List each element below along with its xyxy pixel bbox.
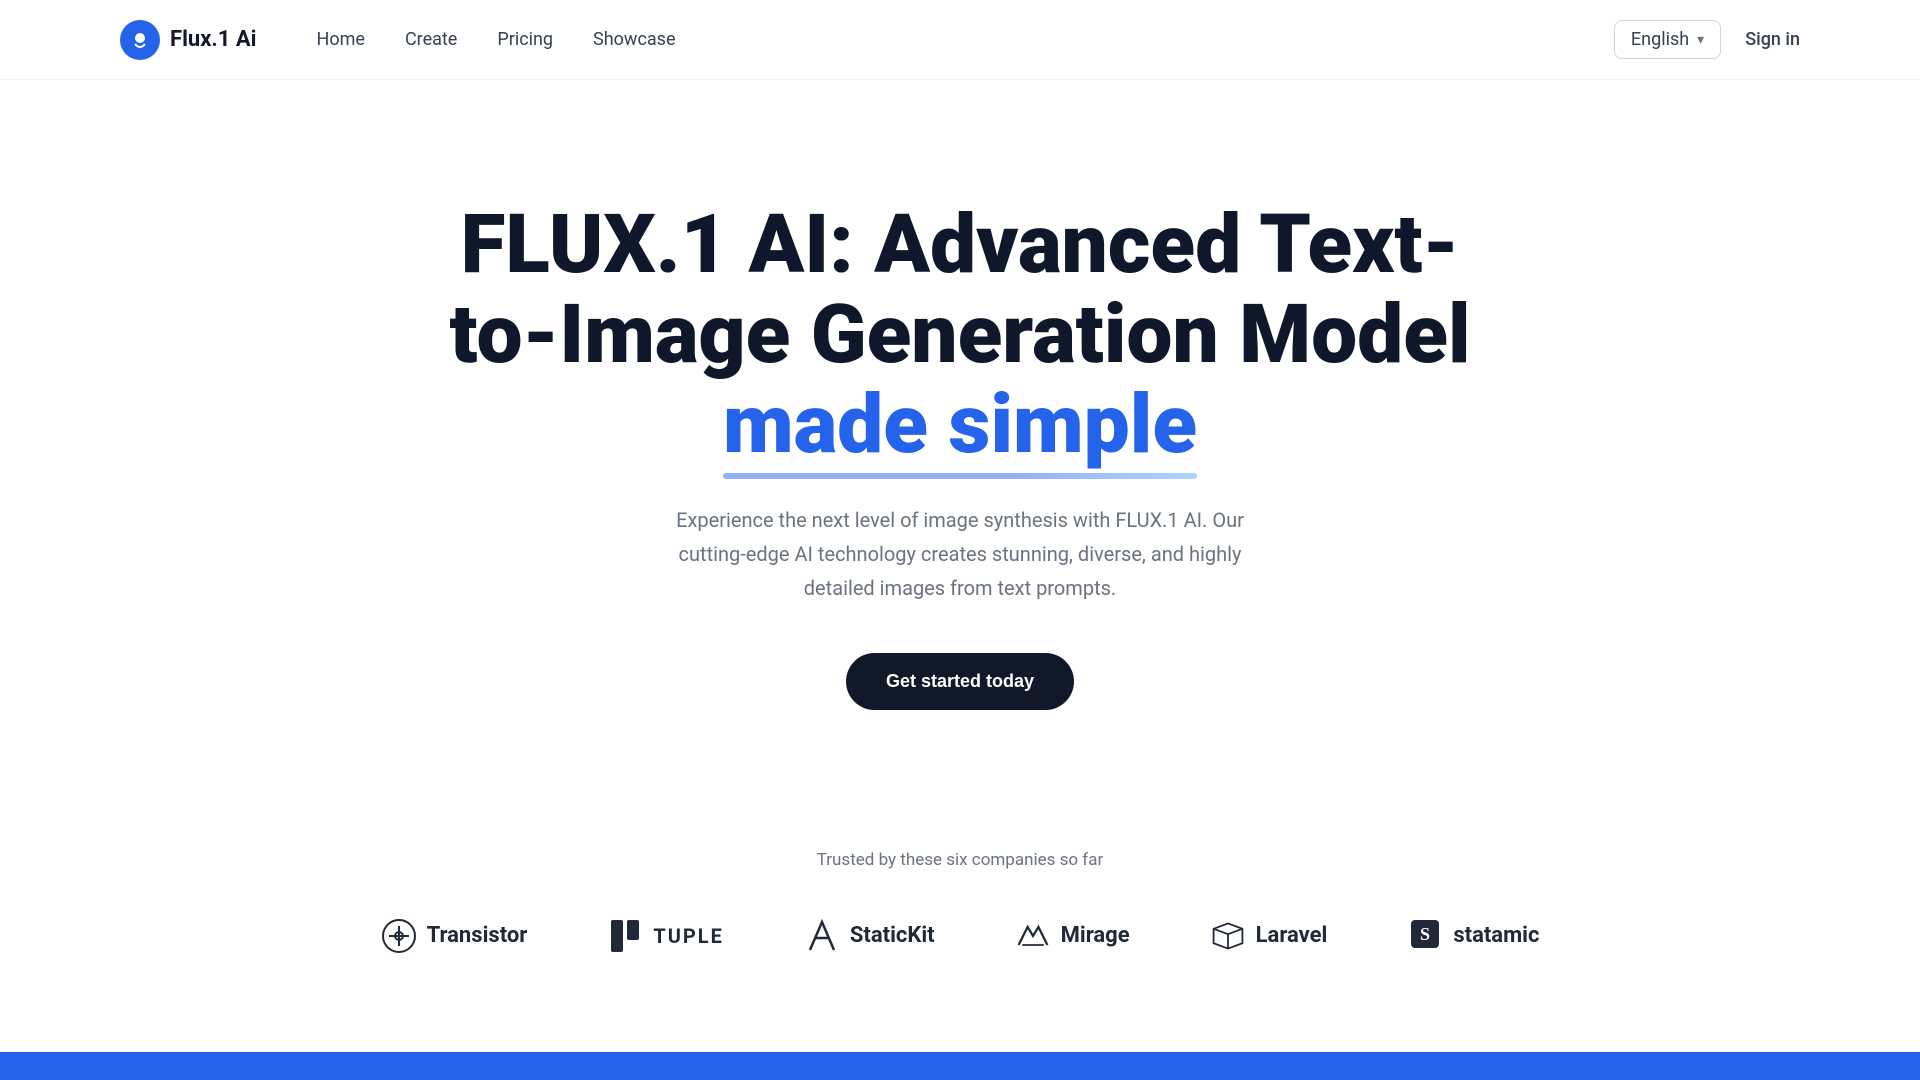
- companies-row: Transistor TUPLE StaticKit: [381, 918, 1540, 954]
- nav-showcase[interactable]: Showcase: [593, 29, 675, 50]
- company-statamic: S statamic: [1407, 918, 1539, 954]
- company-mirage: Mirage: [1015, 918, 1130, 954]
- cta-button[interactable]: Get started today: [846, 653, 1074, 710]
- nav-links: Home Create Pricing Showcase: [317, 29, 676, 50]
- svg-text:S: S: [1420, 924, 1430, 944]
- statickit-label: StaticKit: [850, 923, 935, 948]
- nav-pricing[interactable]: Pricing: [497, 29, 553, 50]
- navbar-left: Flux.1 Ai Home Create Pricing Showcase: [120, 20, 676, 60]
- transistor-icon: [381, 918, 417, 954]
- language-selector[interactable]: English ▾: [1614, 20, 1721, 59]
- logo-text: Flux.1 Ai: [170, 27, 257, 52]
- navbar: Flux.1 Ai Home Create Pricing Showcase E…: [0, 0, 1920, 80]
- trusted-label: Trusted by these six companies so far: [817, 850, 1103, 870]
- tuple-label: TUPLE: [653, 924, 724, 948]
- statamic-icon: S: [1407, 918, 1443, 954]
- sign-in-link[interactable]: Sign in: [1745, 29, 1800, 50]
- logo-icon: [120, 20, 160, 60]
- chevron-down-icon: ▾: [1697, 32, 1704, 48]
- nav-home[interactable]: Home: [317, 29, 365, 50]
- trusted-section: Trusted by these six companies so far Tr…: [0, 790, 1920, 1034]
- navbar-right: English ▾ Sign in: [1614, 20, 1800, 59]
- company-laravel: Laravel: [1210, 918, 1328, 954]
- company-transistor: Transistor: [381, 918, 528, 954]
- language-label: English: [1631, 29, 1689, 50]
- logo[interactable]: Flux.1 Ai: [120, 20, 257, 60]
- hero-title: FLUX.1 AI: Advanced Text-to-Image Genera…: [410, 200, 1510, 471]
- hero-subtitle: Experience the next level of image synth…: [670, 503, 1250, 605]
- laravel-label: Laravel: [1256, 923, 1328, 948]
- mirage-label: Mirage: [1061, 923, 1130, 948]
- company-statickit: StaticKit: [804, 918, 935, 954]
- mirage-icon: [1015, 918, 1051, 954]
- statickit-icon: [804, 918, 840, 954]
- footer-bar: [0, 1052, 1920, 1080]
- company-tuple: TUPLE: [607, 918, 724, 954]
- transistor-label: Transistor: [427, 923, 528, 948]
- nav-create[interactable]: Create: [405, 29, 457, 50]
- hero-section: FLUX.1 AI: Advanced Text-to-Image Genera…: [0, 80, 1920, 790]
- tuple-icon: [607, 918, 643, 954]
- hero-title-part1: FLUX.1 AI: Advanced Text-to-Image Genera…: [449, 197, 1470, 383]
- statamic-label: statamic: [1453, 923, 1539, 948]
- hero-title-highlight: made simple: [723, 380, 1197, 470]
- laravel-icon: [1210, 918, 1246, 954]
